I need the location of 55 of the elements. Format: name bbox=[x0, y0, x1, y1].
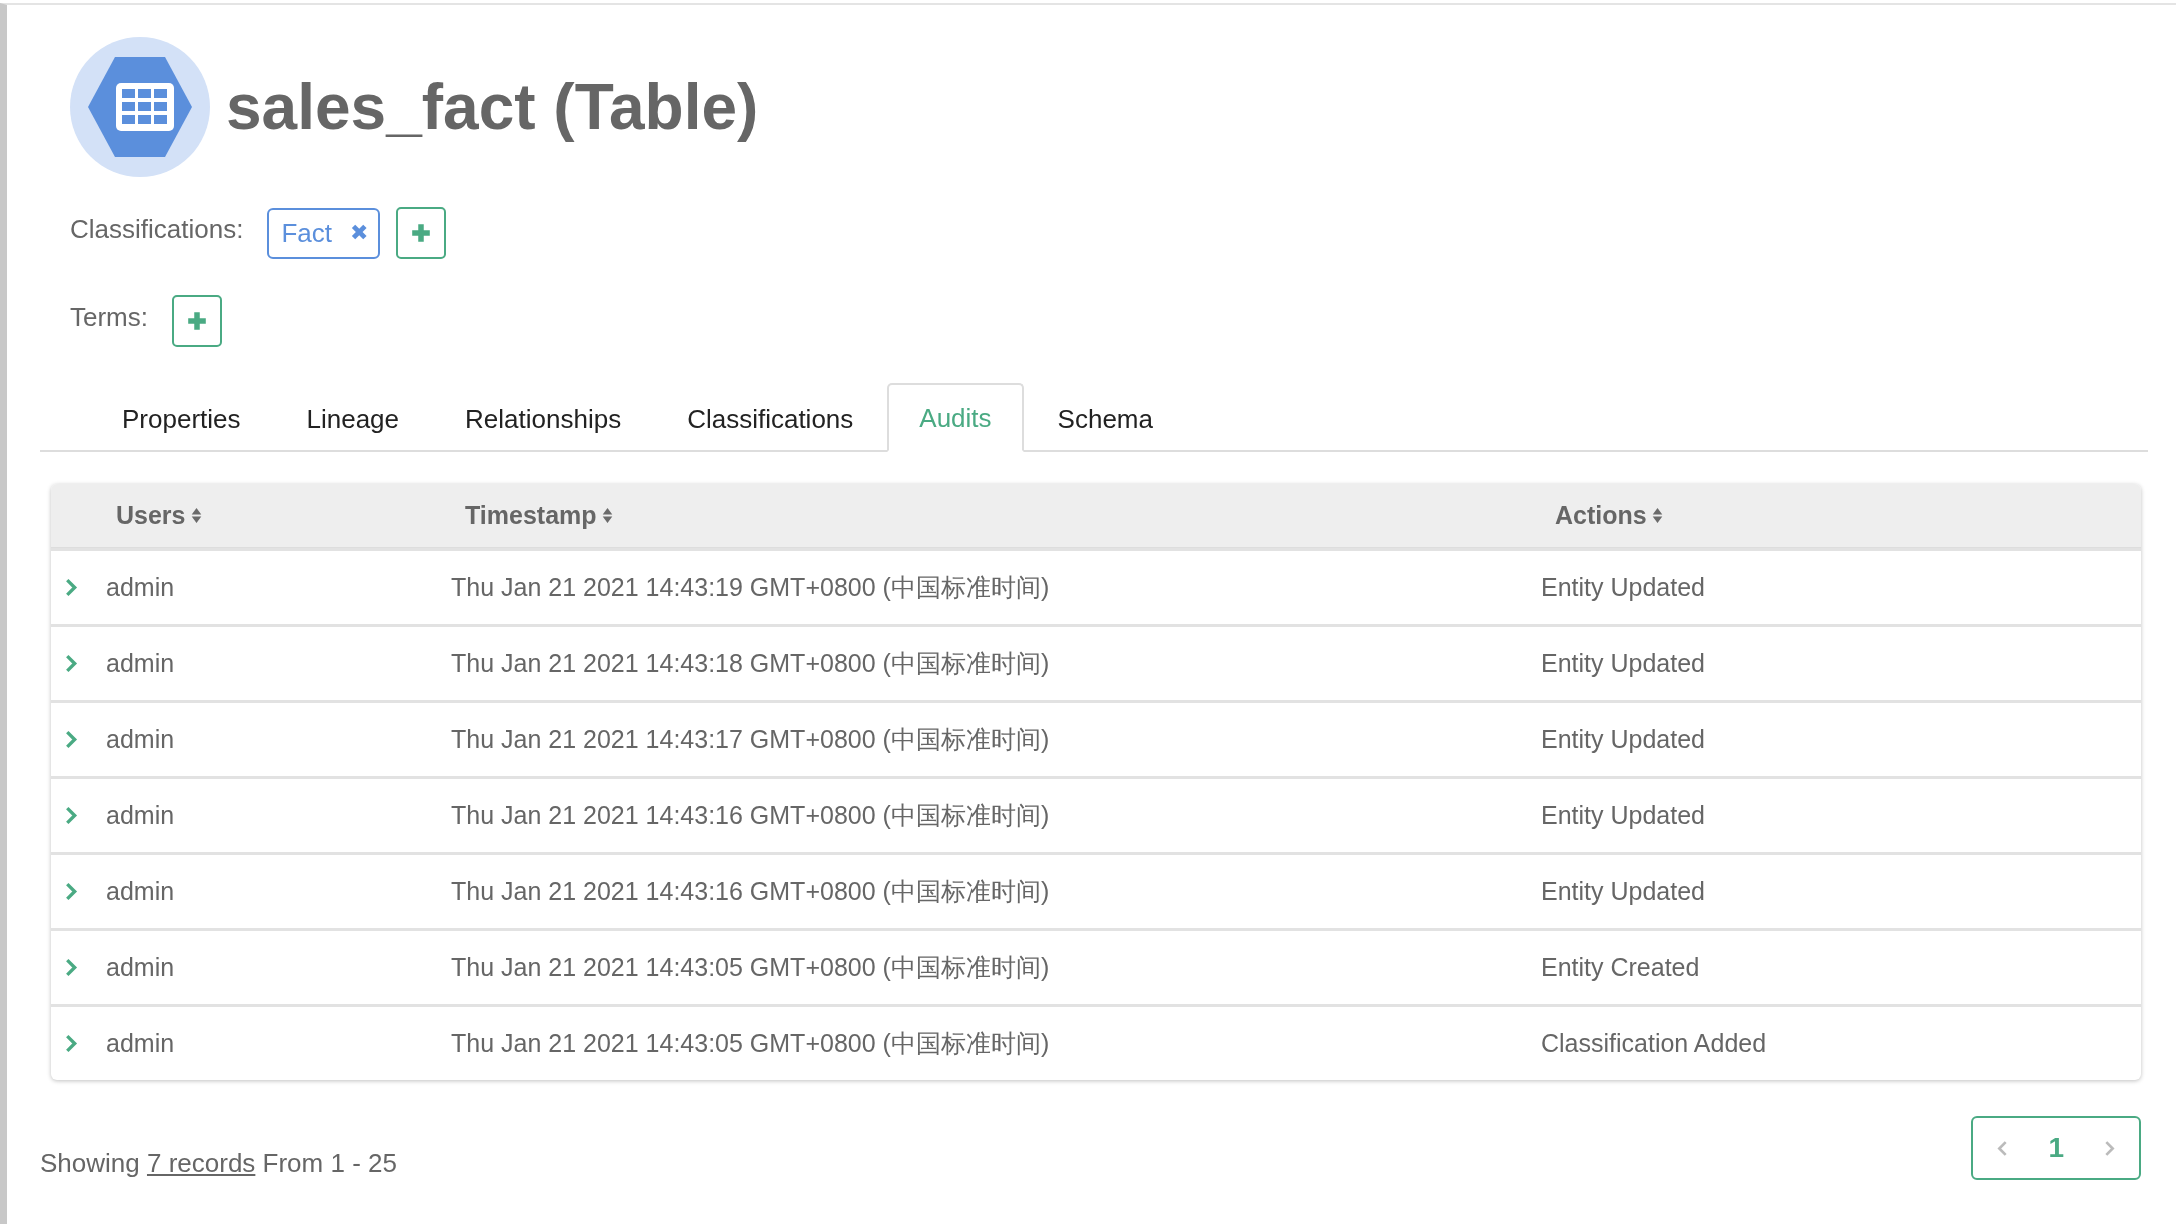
table-cell: admin bbox=[106, 877, 175, 905]
table-cell: admin bbox=[106, 725, 175, 753]
previous-page-icon[interactable] bbox=[1997, 1139, 2009, 1157]
table-cell: Thu Jan 21 2021 14:43:17 GMT+0800 (中国标准时间) bbox=[451, 725, 1050, 753]
table-cell: Thu Jan 21 2021 14:43:18 GMT+0800 (中国标准时间) bbox=[451, 649, 1050, 677]
plus-icon bbox=[410, 222, 432, 244]
table-cell: Thu Jan 21 2021 14:43:05 GMT+0800 (中国标准时间) bbox=[451, 1029, 1050, 1057]
table-cell: Thu Jan 21 2021 14:43:05 GMT+0800 (中国标准时间) bbox=[451, 953, 1050, 981]
tab[interactable]: Classifications bbox=[655, 383, 886, 452]
chevron-icon[interactable] bbox=[65, 806, 78, 825]
tab[interactable]: Audits bbox=[887, 383, 1024, 452]
plus-icon bbox=[186, 310, 208, 332]
table-cell: admin bbox=[106, 1029, 175, 1057]
chevron-icon[interactable] bbox=[65, 958, 78, 977]
tab[interactable]: Relationships bbox=[433, 383, 654, 452]
table-cell: Entity Updated bbox=[1541, 573, 1705, 601]
tab[interactable]: Properties bbox=[90, 383, 273, 452]
add-term-button[interactable] bbox=[172, 295, 222, 347]
tab[interactable]: Lineage bbox=[274, 383, 432, 452]
table-icon bbox=[70, 37, 210, 177]
table-cell: admin bbox=[106, 573, 175, 601]
classifications-label: Classifications: bbox=[70, 213, 244, 245]
records-link[interactable]: 7 records bbox=[146, 1147, 256, 1178]
next-page-icon[interactable] bbox=[2104, 1139, 2115, 1157]
table-cell: Entity Updated bbox=[1541, 725, 1705, 753]
table-cell: Thu Jan 21 2021 14:43:19 GMT+0800 (中国标准时间) bbox=[451, 573, 1050, 601]
table-cell: Thu Jan 21 2021 14:43:16 GMT+0800 (中国标准时间) bbox=[451, 801, 1050, 829]
table-cell: Thu Jan 21 2021 14:43:16 GMT+0800 (中国标准时间) bbox=[451, 877, 1050, 905]
records-summary: Showing 7 records From 1 - 25 bbox=[40, 1147, 397, 1179]
chevron-icon[interactable] bbox=[65, 578, 78, 597]
page-button[interactable]: 1 bbox=[2048, 1132, 2064, 1164]
table-cell: admin bbox=[106, 953, 175, 981]
column-header[interactable]: Timestamp bbox=[465, 501, 613, 530]
sort-icon bbox=[190, 507, 202, 524]
table-cell: Entity Updated bbox=[1541, 649, 1705, 677]
table-cell: admin bbox=[106, 801, 175, 829]
add-classification-button[interactable] bbox=[396, 207, 446, 259]
sort-icon bbox=[1651, 507, 1663, 524]
remove-icon[interactable]: ✖ bbox=[350, 220, 368, 246]
chevron-icon[interactable] bbox=[65, 882, 78, 901]
table-cell: Entity Updated bbox=[1541, 801, 1705, 829]
tab[interactable]: Schema bbox=[1025, 383, 1185, 452]
entity-title: sales_fact (Table) bbox=[226, 70, 759, 144]
chevron-icon[interactable] bbox=[65, 1034, 78, 1053]
table-cell: Entity Created bbox=[1541, 953, 1700, 981]
table-cell: Classification Added bbox=[1541, 1029, 1767, 1057]
terms-label: Terms: bbox=[70, 301, 148, 333]
classification-tag[interactable]: Fact ✖ bbox=[267, 207, 380, 259]
column-header[interactable]: Users bbox=[116, 501, 202, 530]
chevron-icon[interactable] bbox=[65, 654, 78, 673]
sort-icon bbox=[601, 507, 613, 524]
chevron-icon[interactable] bbox=[65, 730, 78, 749]
table-cell: Entity Updated bbox=[1541, 877, 1705, 905]
column-header[interactable]: Actions bbox=[1555, 501, 1663, 530]
table-cell: admin bbox=[106, 649, 175, 677]
